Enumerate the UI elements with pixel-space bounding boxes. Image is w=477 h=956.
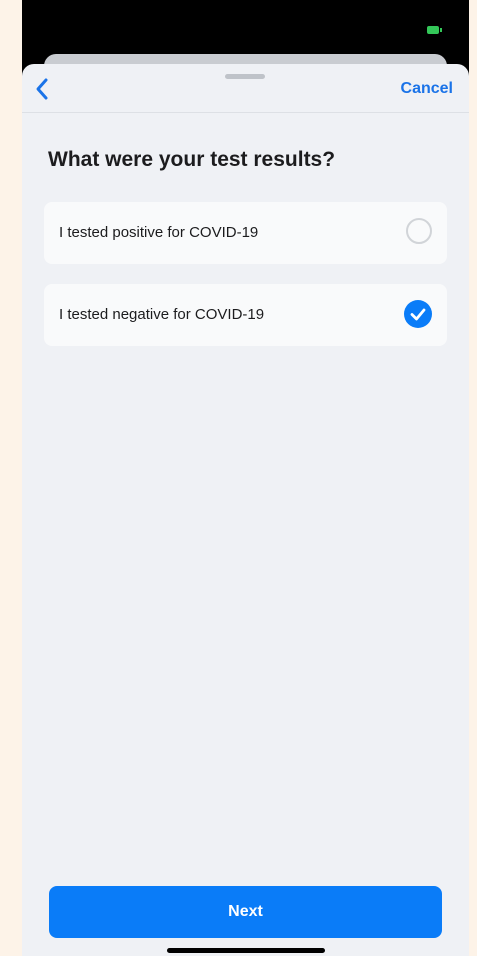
phone-screen: Cancel What were your test results? I te…: [22, 0, 469, 956]
nav-bar: Cancel: [22, 64, 469, 113]
battery-icon: [427, 26, 439, 34]
chevron-left-icon: [36, 78, 48, 100]
page-title: What were your test results?: [48, 148, 336, 171]
home-indicator: [167, 948, 325, 953]
status-bar: [22, 0, 469, 50]
option-tested-positive[interactable]: I tested positive for COVID-19: [44, 202, 447, 264]
cancel-button[interactable]: Cancel: [401, 80, 453, 98]
option-label: I tested positive for COVID-19: [59, 224, 259, 241]
battery-charging-indicator: [440, 28, 445, 32]
next-button[interactable]: Next: [49, 886, 442, 938]
option-tested-negative[interactable]: I tested negative for COVID-19: [44, 284, 447, 346]
checkmark-circle-icon[interactable]: [404, 300, 432, 328]
option-label: I tested negative for COVID-19: [59, 306, 265, 323]
back-button[interactable]: [32, 76, 56, 102]
radio-unchecked-icon[interactable]: [406, 218, 432, 244]
modal-sheet: Cancel What were your test results? I te…: [22, 64, 469, 956]
